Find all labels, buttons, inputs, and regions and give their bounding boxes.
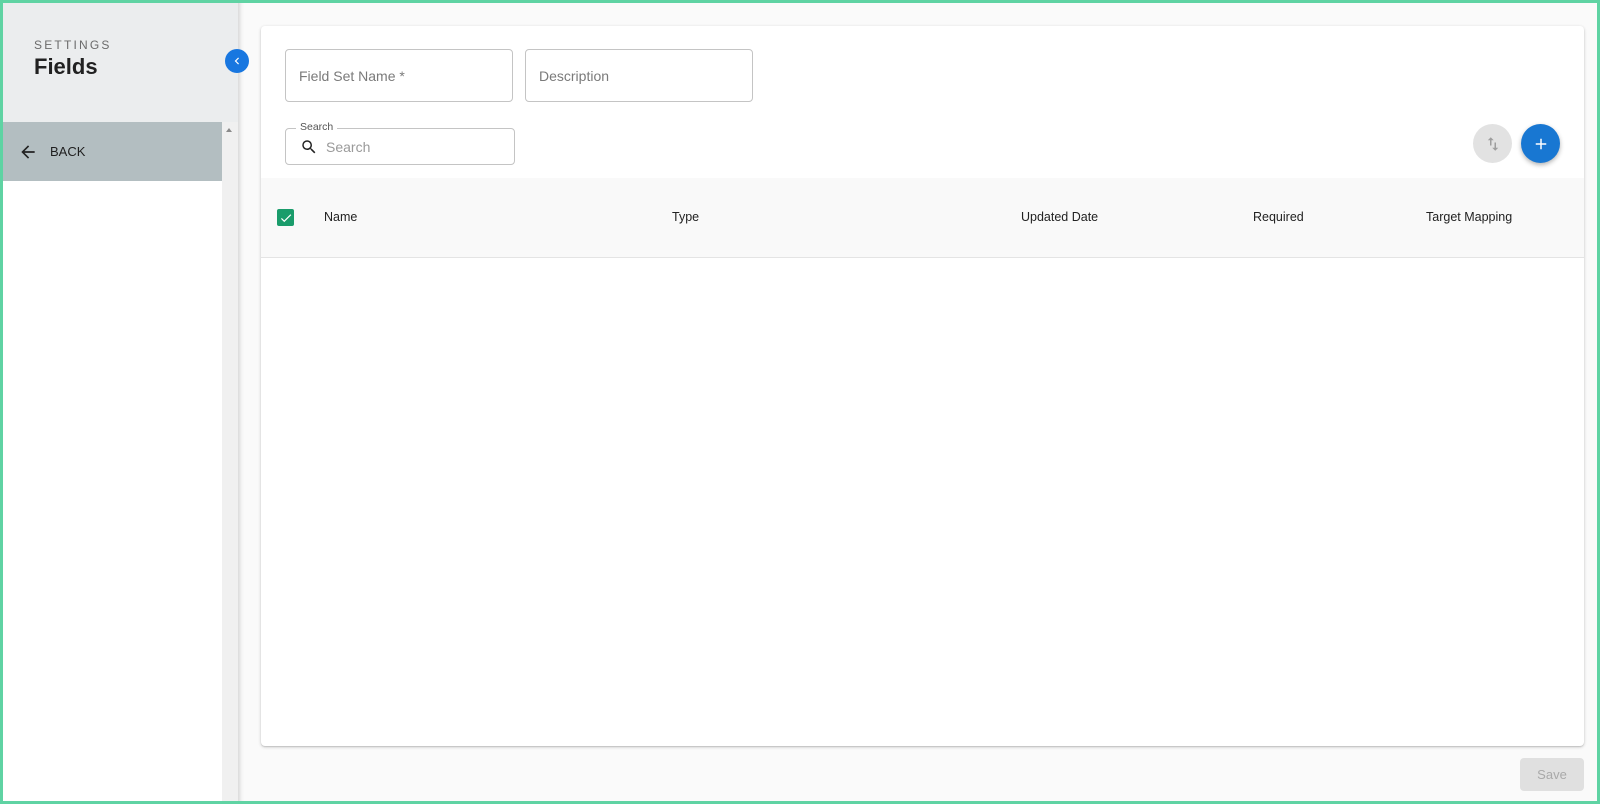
sidebar: SETTINGS Fields BACK — [0, 0, 238, 804]
section-label: SETTINGS — [34, 38, 112, 52]
collapse-sidebar-button[interactable] — [225, 49, 249, 73]
column-header-target-mapping[interactable]: Target Mapping — [1426, 210, 1512, 224]
column-header-name[interactable]: Name — [324, 210, 357, 224]
sidebar-scrollbar[interactable] — [222, 122, 238, 804]
checkmark-icon — [280, 213, 291, 222]
scroll-up-arrow-icon[interactable] — [226, 128, 232, 132]
description-field[interactable] — [525, 49, 753, 102]
field-set-name-field[interactable] — [285, 49, 513, 102]
chevron-left-icon — [234, 57, 239, 65]
column-header-type[interactable]: Type — [672, 210, 699, 224]
table-header: Name Type Updated Date Required Target M… — [261, 178, 1584, 258]
back-label: BACK — [50, 144, 86, 159]
sort-button[interactable] — [1473, 124, 1512, 163]
add-field-button[interactable] — [1521, 124, 1560, 163]
search-input[interactable] — [326, 129, 506, 164]
search-field[interactable]: Search — [285, 121, 515, 165]
plus-icon — [1535, 138, 1546, 149]
field-set-card: Search Name Type Updated Date Required T… — [261, 26, 1584, 746]
field-set-name-input[interactable] — [286, 50, 512, 101]
back-button[interactable]: BACK — [0, 122, 222, 181]
arrow-left-icon — [21, 144, 35, 159]
save-button[interactable]: Save — [1520, 758, 1584, 791]
search-icon — [302, 140, 316, 154]
page-title: Fields — [34, 54, 98, 79]
description-input[interactable] — [526, 50, 752, 101]
table-body — [261, 259, 1584, 746]
sidebar-header: SETTINGS Fields — [0, 0, 238, 122]
sort-arrows-icon — [1487, 136, 1498, 151]
column-header-required[interactable]: Required — [1253, 210, 1304, 224]
column-header-updated-date[interactable]: Updated Date — [1021, 210, 1098, 224]
select-all-checkbox[interactable] — [277, 209, 294, 226]
